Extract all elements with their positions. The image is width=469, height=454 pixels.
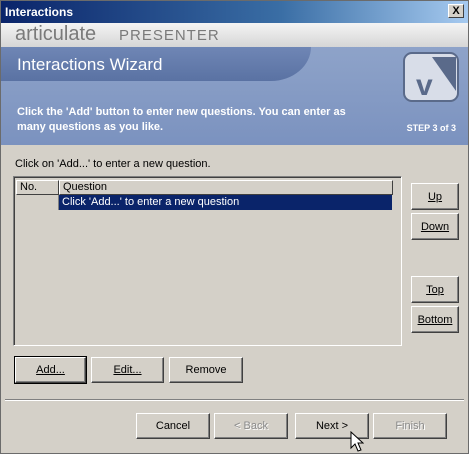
row-question: Click 'Add...' to enter a new question [59, 195, 392, 210]
wizard-window: Interactions X articulate PRESENTER Inte… [0, 0, 469, 454]
articulate-logo: articulate [15, 23, 97, 45]
top-button[interactable]: Top [411, 276, 459, 303]
title-bar[interactable]: Interactions X [1, 1, 468, 23]
add-button[interactable]: Add... [14, 356, 87, 384]
back-button[interactable]: < Back [214, 413, 288, 439]
wizard-banner: Interactions Wizard v Click the 'Add' bu… [1, 47, 468, 145]
wizard-instructions: Click the 'Add' button to enter new ques… [17, 106, 346, 133]
close-button[interactable]: X [448, 4, 464, 18]
close-icon: X [452, 5, 460, 17]
list-hint: Click on 'Add...' to enter a new questio… [15, 158, 211, 170]
finish-button[interactable]: Finish [373, 413, 447, 439]
remove-button[interactable]: Remove [169, 357, 243, 383]
down-button[interactable]: Down [411, 213, 459, 240]
edit-button[interactable]: Edit... [91, 357, 164, 383]
wizard-title: Interactions Wizard [17, 55, 163, 74]
bottom-button[interactable]: Bottom [411, 306, 459, 333]
v4-logo-letter: v [416, 69, 433, 102]
column-header-no[interactable]: No. [16, 180, 59, 195]
column-header-question[interactable]: Question [59, 180, 393, 195]
window-title: Interactions [5, 5, 74, 19]
questions-list[interactable]: No. Question Click 'Add...' to enter a n… [13, 176, 402, 346]
brand-header: articulate PRESENTER [1, 23, 468, 48]
step-indicator: STEP 3 of 3 [406, 123, 456, 133]
table-row[interactable]: Click 'Add...' to enter a new question [17, 195, 392, 210]
up-button[interactable]: Up [411, 183, 459, 210]
mouse-pointer-icon [350, 431, 364, 452]
cancel-button[interactable]: Cancel [136, 413, 210, 439]
row-number [17, 195, 59, 210]
footer-separator [5, 399, 464, 401]
v4-logo-icon: v [403, 52, 459, 102]
presenter-logo: PRESENTER [119, 27, 220, 44]
